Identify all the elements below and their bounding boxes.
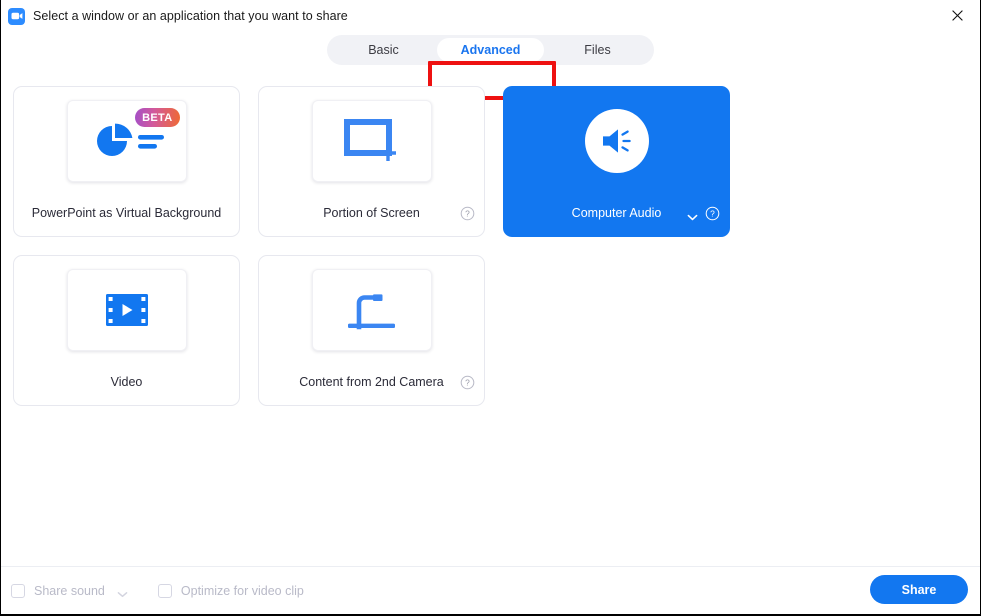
share-card-label: Portion of Screen bbox=[323, 206, 420, 220]
second-camera-thumbnail bbox=[311, 269, 432, 351]
share-source-grid: BETA PowerPoint as Virtual Background Po… bbox=[1, 76, 980, 566]
tab-basic[interactable]: Basic bbox=[330, 38, 437, 62]
share-card-label: PowerPoint as Virtual Background bbox=[31, 206, 222, 220]
tab-files-label: Files bbox=[584, 43, 611, 57]
chevron-down-icon[interactable] bbox=[687, 209, 698, 221]
help-icon[interactable]: ? bbox=[705, 206, 720, 221]
optimize-video-clip-checkbox[interactable] bbox=[157, 583, 172, 598]
share-sound-option[interactable]: Share sound bbox=[11, 583, 128, 598]
tab-basic-label: Basic bbox=[368, 43, 399, 57]
share-card-computer-audio[interactable]: Computer Audio ? bbox=[503, 86, 730, 237]
speaker-icon bbox=[602, 129, 631, 153]
film-strip-icon bbox=[105, 294, 148, 326]
zoom-video-icon bbox=[8, 7, 25, 25]
tab-advanced-label: Advanced bbox=[460, 43, 521, 57]
share-card-powerpoint-virtual-background[interactable]: BETA PowerPoint as Virtual Background bbox=[13, 86, 240, 237]
share-card-label: Video bbox=[110, 375, 143, 389]
optimize-video-clip-label: Optimize for video clip bbox=[180, 583, 304, 598]
window-title: Select a window or an application that y… bbox=[33, 9, 348, 23]
chevron-down-icon[interactable] bbox=[117, 586, 128, 598]
share-card-portion-of-screen[interactable]: Portion of Screen ? bbox=[258, 86, 485, 237]
share-screen-dialog: Select a window or an application that y… bbox=[1, 0, 980, 614]
svg-text:?: ? bbox=[465, 209, 470, 219]
tab-advanced[interactable]: Advanced bbox=[437, 38, 544, 62]
close-icon[interactable] bbox=[935, 0, 980, 31]
video-thumbnail bbox=[66, 269, 187, 351]
title-bar: Select a window or an application that y… bbox=[1, 0, 980, 32]
document-camera-icon bbox=[347, 294, 395, 330]
help-icon[interactable]: ? bbox=[460, 206, 475, 221]
tab-bar: Basic Advanced Files bbox=[1, 32, 980, 100]
share-button[interactable]: Share bbox=[870, 575, 968, 604]
portion-of-screen-thumbnail bbox=[311, 100, 432, 182]
share-card-label: Content from 2nd Camera bbox=[299, 375, 444, 389]
svg-text:?: ? bbox=[465, 378, 470, 388]
share-sound-label: Share sound bbox=[34, 583, 105, 598]
dialog-footer: Share sound Optimize for video clip Shar… bbox=[1, 566, 980, 614]
tab-group: Basic Advanced Files bbox=[327, 35, 654, 65]
share-card-content-from-2nd-camera[interactable]: Content from 2nd Camera ? bbox=[258, 255, 485, 406]
beta-badge: BETA bbox=[135, 108, 180, 127]
audio-icon-circle bbox=[584, 109, 649, 173]
optimize-video-clip-option[interactable]: Optimize for video clip bbox=[157, 583, 304, 598]
computer-audio-thumbnail bbox=[557, 100, 677, 182]
share-card-video[interactable]: Video bbox=[13, 255, 240, 406]
powerpoint-thumbnail: BETA bbox=[66, 100, 187, 182]
svg-text:?: ? bbox=[710, 209, 715, 219]
screen-portion-icon bbox=[343, 119, 396, 161]
share-sound-checkbox[interactable] bbox=[11, 583, 25, 598]
help-icon[interactable]: ? bbox=[460, 375, 475, 390]
tab-files[interactable]: Files bbox=[544, 38, 651, 62]
